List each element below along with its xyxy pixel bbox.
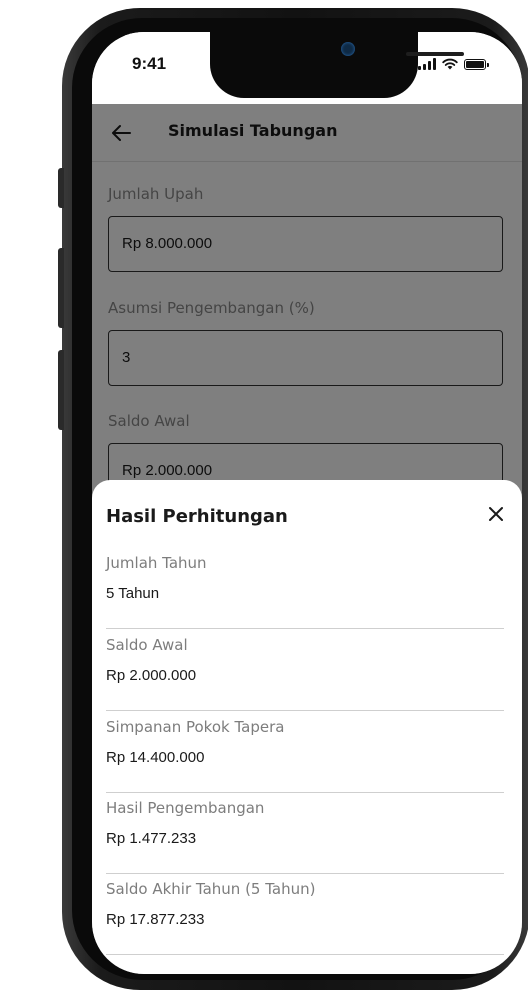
signal-icon: [418, 58, 436, 70]
notch: [210, 32, 464, 98]
result-bottom-sheet: Hasil Perhitungan Jumlah Tahun 5 Tahun S…: [92, 480, 522, 974]
result-value: Rp 2.000.000: [106, 667, 197, 684]
result-label: Saldo Akhir Tahun (5 Tahun): [106, 880, 316, 898]
result-value: Rp 17.877.233: [106, 911, 205, 928]
result-years: Jumlah Tahun 5 Tahun: [106, 554, 504, 629]
status-icons: [418, 58, 489, 70]
result-label: Jumlah Tahun: [106, 554, 207, 572]
camera-icon: [341, 42, 355, 56]
status-time: 9:41: [132, 54, 167, 73]
close-icon[interactable]: [486, 504, 506, 524]
result-value: Rp 14.400.000: [106, 749, 205, 766]
status-bar: 9:41: [92, 32, 522, 104]
phone-volume-down: [58, 350, 64, 430]
result-label: Saldo Awal: [106, 636, 188, 654]
result-label: Simpanan Pokok Tapera: [106, 718, 285, 736]
sheet-title: Hasil Perhitungan: [106, 506, 288, 527]
speaker-grille: [406, 52, 464, 56]
wifi-icon: [442, 58, 458, 70]
result-value: 5 Tahun: [106, 585, 160, 602]
phone-screen: 9:41 Simulasi Tabungan Jumlah Upah Rp 8: [92, 32, 522, 974]
result-label: Hasil Pengembangan: [106, 799, 265, 817]
result-principal-savings: Simpanan Pokok Tapera Rp 14.400.000: [106, 718, 504, 793]
result-growth: Hasil Pengembangan Rp 1.477.233: [106, 799, 504, 874]
phone-mute-switch: [58, 168, 64, 208]
phone-volume-up: [58, 248, 64, 328]
result-initial-balance: Saldo Awal Rp 2.000.000: [106, 636, 504, 711]
result-final-balance: Saldo Akhir Tahun (5 Tahun) Rp 17.877.23…: [106, 880, 504, 955]
battery-icon: [464, 59, 489, 70]
result-value: Rp 1.477.233: [106, 830, 197, 847]
